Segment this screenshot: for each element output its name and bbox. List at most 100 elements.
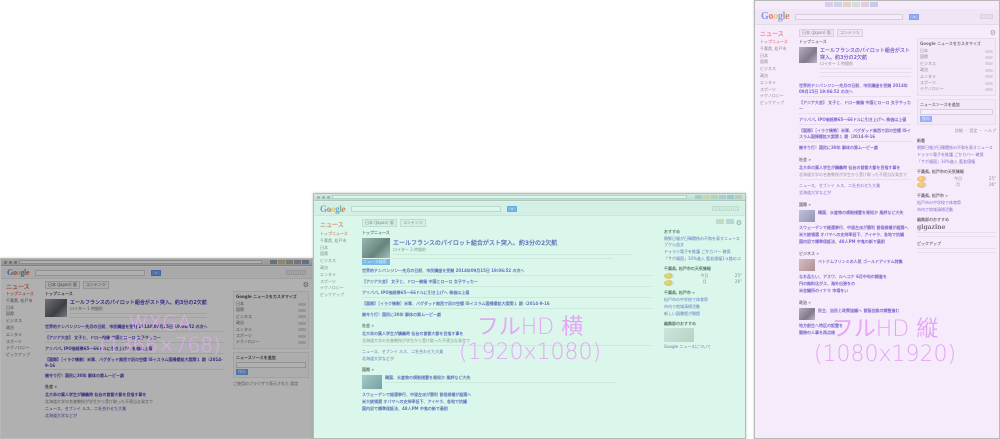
window-maximize-icon[interactable]: [327, 195, 330, 199]
side-link[interactable]: 市内で地域清掃活動: [664, 304, 742, 310]
side-link[interactable]: 朝鮮日報が日韓関係の不和を表すニュースブク公益文: [664, 236, 742, 248]
headline-link[interactable]: 【国際】［イラク情勢］米軍、バグダッド南西で初の空爆 ISイスラム国掃爆拡大案関…: [362, 301, 652, 307]
panel-footer[interactable]: 詳細 ・ 設定 ・ ヘルプ: [917, 128, 996, 134]
slider[interactable]: [985, 49, 993, 53]
slider[interactable]: [985, 81, 993, 85]
slider[interactable]: [298, 341, 306, 345]
side-link[interactable]: 市内で地域清掃活動: [917, 207, 996, 213]
section-title[interactable]: 社会 »: [362, 323, 652, 329]
panel-title[interactable]: 千葉県, 松戸市 »: [917, 193, 996, 199]
google-logo[interactable]: Google: [761, 11, 790, 22]
headline-link[interactable]: 【アジア大会】 女子と、ドロー開催 中国とローロ 女子サッカー: [45, 335, 225, 341]
nav-item[interactable]: トップニュース: [6, 291, 34, 298]
edition-pill[interactable]: 日本 (Japan) 版: [799, 29, 834, 37]
google-logo[interactable]: Google: [7, 268, 30, 277]
side-link[interactable]: 新しい図書館が開館: [664, 311, 742, 317]
story-thumbnail[interactable]: [799, 47, 817, 63]
news-title[interactable]: ニュース: [320, 220, 344, 229]
more-link[interactable]: 北海道大学などが: [362, 356, 652, 362]
story-source[interactable]: ロイター: [820, 61, 836, 66]
settings-icon[interactable]: ⚙: [303, 281, 309, 289]
side-link[interactable]: 松戸市の中学校で体育祭: [917, 200, 996, 206]
top-story[interactable]: ニュース検索 エールフランスのパイロット組合がスト突入、約3分の2欠航 ロイター…: [362, 238, 652, 265]
story-thumbnail[interactable]: [362, 238, 390, 258]
news-title[interactable]: ニュース: [760, 29, 784, 38]
headline-link[interactable]: 世界的テンバンジン～先月の日前、市民講座を受開 2014年09月15日 19:0…: [362, 268, 652, 274]
save-button[interactable]: 保存: [236, 368, 248, 375]
story-thumbnail[interactable]: [362, 375, 382, 389]
footer-link[interactable]: Google ニュースについて: [664, 344, 742, 350]
slider[interactable]: [985, 88, 993, 92]
story-headline[interactable]: 韓国、水産物の規制措置を周知か 風評など大失: [818, 210, 903, 222]
headline-link[interactable]: 【国際】［イラク情勢］米軍、バグダッド南西で初の空爆 ISイスラム国掃爆拡大案関…: [45, 357, 225, 368]
top-story[interactable]: エールフランスのパイロット組合がスト突入、約3分の2欠航 ロイター 1 時間前: [45, 299, 225, 321]
settings-icon[interactable]: ⚙: [736, 219, 742, 227]
custom-pill[interactable]: コンテンツ: [399, 219, 426, 227]
slider[interactable]: [985, 75, 993, 79]
headline-link[interactable]: 国内初で標準保証法、48人PM 中鬼の新で最前: [362, 406, 652, 412]
related-links[interactable]: ニュース、セブンイ ルス、二社合わせた大業: [45, 406, 225, 412]
window-maximize-icon[interactable]: [14, 260, 17, 264]
related-links[interactable]: ニュース、セブンイ ルス、二社合わせた大業: [799, 183, 911, 189]
section-story[interactable]: 韓国、水産物の規制措置を周知か 風評など大失: [362, 375, 652, 389]
nav-item[interactable]: 政治: [760, 73, 788, 80]
slider[interactable]: [298, 309, 306, 313]
search-input[interactable]: [35, 269, 146, 276]
window-close-icon[interactable]: [4, 260, 7, 264]
search-button[interactable]: ⌕: [909, 13, 920, 20]
section-story[interactable]: ベトナムフリンミの人気 ゴールドアイテム特集: [799, 259, 911, 271]
related-links[interactable]: ニュース、セブンイ ルス、二社合わせた大業: [362, 349, 652, 355]
slider[interactable]: [985, 62, 993, 66]
headline-link[interactable]: 【アジア大会】 女子と、ドロー開催 中国とローロ 女子サッカー: [362, 279, 652, 285]
side-link[interactable]: 朝鮮日報が日韓関係の不和を表すニュース: [917, 145, 996, 151]
pickup-brand-logo[interactable]: gigazine: [917, 224, 996, 231]
search-input[interactable]: [351, 205, 502, 212]
story-badge[interactable]: ニュース検索: [362, 259, 390, 265]
nav-item[interactable]: ピックアップ: [320, 292, 348, 299]
story-headline[interactable]: 民主、自民と政策協議へ 首脳会談の調整進む: [818, 308, 899, 320]
side-link[interactable]: ドゥラツ電子を推護 ごかカバー 確保: [664, 249, 742, 255]
nav-item[interactable]: ピックアップ: [760, 100, 788, 107]
nav-item[interactable]: トップニュース: [320, 231, 348, 238]
slider[interactable]: [298, 315, 306, 319]
story-headline[interactable]: 北大卒の異人学生が講義時 仙台の首都大都を目指す事を: [362, 331, 652, 337]
headline-link[interactable]: 【アジア大会】 女子と、ドロー開催 中国とローロ 女子サッカー: [799, 100, 911, 112]
story-headline[interactable]: エールフランスのパイロット組合がスト突入、約3分の2欠航: [393, 238, 633, 247]
headline-link[interactable]: 閣僚の人事を再点検: [799, 330, 911, 336]
headline-link[interactable]: 世界的テンバンジン～先月の日前、市民講座を受開 2014年09月15日 19:0…: [799, 83, 911, 95]
google-logo[interactable]: Google: [320, 204, 345, 214]
headline-link[interactable]: 開令り打！国民に30年 解体の第ムーピー劇: [45, 373, 225, 379]
pickup-image[interactable]: [664, 327, 694, 342]
story-headline[interactable]: エールフランスのパイロット組合がスト突入、約3分の2欠航: [70, 299, 207, 306]
news-title[interactable]: ニュース: [6, 282, 30, 291]
nav-item[interactable]: ビジネス: [760, 66, 788, 73]
headline-link[interactable]: 米会議所のイナラ 市場をい: [799, 288, 911, 294]
story-source[interactable]: ロイター: [70, 306, 86, 311]
nav-item[interactable]: 千葉県, 松戸市: [760, 46, 788, 53]
headline-link[interactable]: 開令り打！国民に30年 解体の第ムーピー劇: [362, 312, 652, 318]
search-button[interactable]: ⌕: [507, 205, 518, 212]
headline-link[interactable]: 地方創生へ特区の設置を: [799, 323, 911, 329]
settings-icon[interactable]: ⚙: [990, 29, 996, 37]
source-input[interactable]: [920, 108, 993, 115]
custom-pill[interactable]: コンテンツ: [82, 281, 109, 289]
story-thumbnail[interactable]: [799, 308, 815, 320]
story-headline[interactable]: エールフランスのパイロット組合がスト突入、約3分の2欠航: [820, 47, 911, 61]
nav-item[interactable]: 政治: [320, 265, 348, 272]
headline-link[interactable]: 米大統領選 オバマへの支持率低下、アイヤラ、各地で抗議: [799, 232, 911, 238]
side-link[interactable]: 「サポ福国」10%進入 藍若値幅: [917, 159, 996, 165]
nav-item[interactable]: 政治: [6, 325, 34, 332]
headline-link[interactable]: 世界的テンバンジン～先月の日前、市民講座を受開 2014年09月15日 19:0…: [45, 324, 225, 330]
nav-item[interactable]: ビジネス: [6, 318, 34, 325]
panel-title[interactable]: 千葉県, 松戸市 »: [664, 290, 742, 296]
section-story[interactable]: 民主、自民と政策協議へ 首脳会談の調整進む: [799, 308, 911, 320]
headline-link[interactable]: 国内初で標準保証法、48人PM 中鬼の新で最前: [799, 239, 911, 245]
story-source[interactable]: ロイター: [393, 247, 409, 252]
headline-link[interactable]: 円の無料化がス、海外出張をの: [799, 281, 911, 287]
window-minimize-icon[interactable]: [9, 260, 12, 264]
edition-pill[interactable]: 日本 (Japan) 版: [362, 219, 397, 227]
story-headline[interactable]: 韓国、水産物の規制措置を周知か 風評など大失: [385, 375, 615, 381]
section-title[interactable]: 社会 »: [799, 157, 911, 163]
nav-item[interactable]: エンタメ: [6, 332, 34, 339]
section-story[interactable]: 韓国、水産物の規制措置を周知か 風評など大失: [799, 210, 911, 222]
